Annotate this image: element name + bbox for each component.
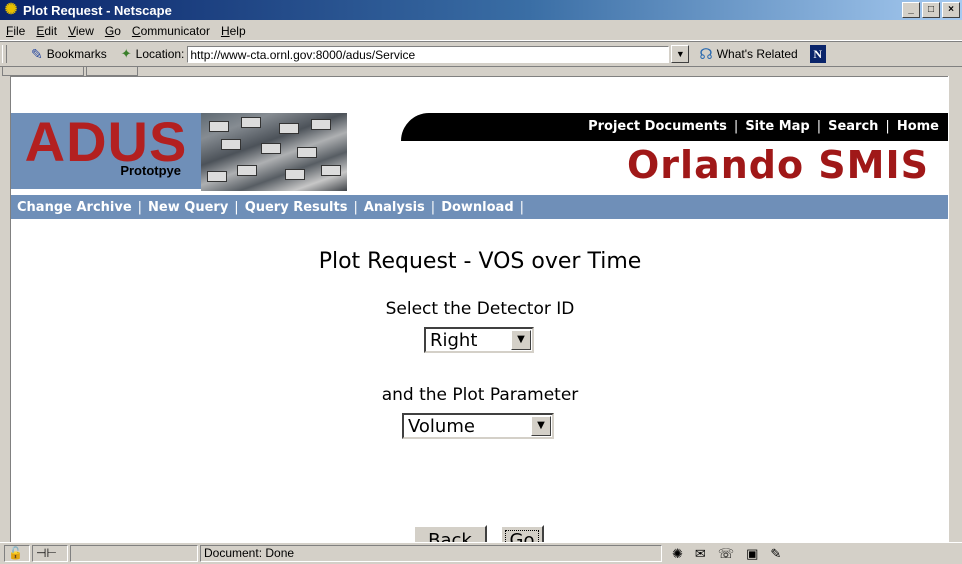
whats-related-button[interactable]: What's Related <box>717 47 798 61</box>
menu-file[interactable]: File <box>6 24 25 38</box>
composer-icon[interactable]: ✎ <box>770 546 781 562</box>
page-title: Plot Request - VOS over Time <box>318 249 642 274</box>
address-book-icon[interactable]: ▣ <box>746 546 758 562</box>
nav-change-archive[interactable]: Change Archive <box>17 200 132 215</box>
scrollbar[interactable] <box>948 76 962 542</box>
plot-parameter-select[interactable]: Volume ▼ <box>402 413 554 439</box>
nav-analysis[interactable]: Analysis <box>364 200 425 215</box>
plot-parameter-label: and the Plot Parameter <box>381 385 579 405</box>
menu-communicator[interactable]: Communicator <box>132 24 210 38</box>
location-dropdown-arrow-icon[interactable]: ▼ <box>671 45 690 63</box>
minimize-button[interactable]: _ <box>902 2 920 18</box>
nav-bar: Change Archive | New Query | Query Results… <box>11 195 949 219</box>
menu-go[interactable]: Go <box>105 24 121 38</box>
location-icon: ✦ <box>120 46 132 61</box>
collapsed-toolbar-tabs <box>0 66 962 76</box>
nav-download[interactable]: Download <box>441 200 513 215</box>
title-bar[interactable]: ✺ Plot Request - Netscape _ □ × <box>0 0 962 20</box>
status-bar: 🔓 ⊣⊢ Document: Done ✺ ✉ ☏ ▣ ✎ <box>0 542 962 564</box>
bookmarks-icon[interactable]: ✎ <box>31 46 43 63</box>
link-search[interactable]: Search <box>828 119 878 134</box>
traffic-photo <box>201 113 347 191</box>
menu-edit[interactable]: Edit <box>36 24 57 38</box>
whats-related-icon[interactable]: ☊ <box>699 45 712 63</box>
link-project-documents[interactable]: Project Documents <box>588 119 727 134</box>
discussions-icon[interactable]: ☏ <box>718 546 734 562</box>
location-toolbar: ✎ Bookmarks ✦ Location: http://www-cta.o… <box>0 41 962 67</box>
plot-parameter-select-value: Volume <box>408 415 475 437</box>
site-header: ADUS Prototpye Project Documents | Site Ma… <box>11 77 949 191</box>
netscape-n-logo[interactable]: N <box>809 45 826 63</box>
detector-select[interactable]: Right ▼ <box>424 327 534 353</box>
netscape-app-icon: ✺ <box>4 1 18 18</box>
chevron-down-icon[interactable]: ▼ <box>531 416 551 436</box>
nav-query-results[interactable]: Query Results <box>245 200 348 215</box>
back-button[interactable]: Back <box>413 525 487 542</box>
nav-new-query[interactable]: New Query <box>148 200 228 215</box>
page-content: ADUS Prototpye Project Documents | Site Ma… <box>10 76 949 542</box>
security-lock-icon[interactable]: 🔓 <box>4 545 30 562</box>
browser-window: ✺ Plot Request - Netscape _ □ × File Edi… <box>0 0 962 564</box>
top-links-bar: Project Documents | Site Map | Search | Home <box>401 113 949 141</box>
detector-select-value: Right <box>430 329 478 351</box>
link-home[interactable]: Home <box>897 119 939 134</box>
logo-subtitle: Prototpye <box>120 163 181 178</box>
location-label: Location: <box>135 47 185 61</box>
menu-bar: File Edit View Go Communicator Help <box>0 21 962 41</box>
component-bar: ✺ ✉ ☏ ▣ ✎ <box>672 546 781 562</box>
connection-icon: ⊣⊢ <box>32 545 68 562</box>
site-brand-title: Orlando SMIS <box>627 143 929 187</box>
close-button[interactable]: × <box>942 2 960 18</box>
top-links: Project Documents | Site Map | Search | Home <box>588 119 939 134</box>
window-controls: _ □ × <box>902 2 960 18</box>
chevron-down-icon[interactable]: ▼ <box>511 330 531 350</box>
adus-logo[interactable]: ADUS Prototpye <box>11 113 201 189</box>
go-button[interactable]: Go <box>500 525 544 542</box>
maximize-button[interactable]: □ <box>922 2 940 18</box>
bookmarks-button[interactable]: Bookmarks <box>47 47 107 61</box>
collapsed-tab-1[interactable] <box>2 66 84 76</box>
menu-view[interactable]: View <box>68 24 94 38</box>
detector-label: Select the Detector ID <box>385 299 575 319</box>
status-text: Document: Done <box>200 545 662 562</box>
window-title: Plot Request - Netscape <box>23 2 172 18</box>
menu-help[interactable]: Help <box>221 24 246 38</box>
collapsed-tab-2[interactable] <box>86 66 138 76</box>
toolbar-grip[interactable] <box>2 45 7 63</box>
navigator-icon[interactable]: ✺ <box>672 546 683 562</box>
link-site-map[interactable]: Site Map <box>745 119 809 134</box>
location-url-input[interactable]: http://www-cta.ornl.gov:8000/adus/Servic… <box>187 45 670 63</box>
mail-icon[interactable]: ✉ <box>695 546 706 562</box>
progress-bar <box>70 545 198 562</box>
